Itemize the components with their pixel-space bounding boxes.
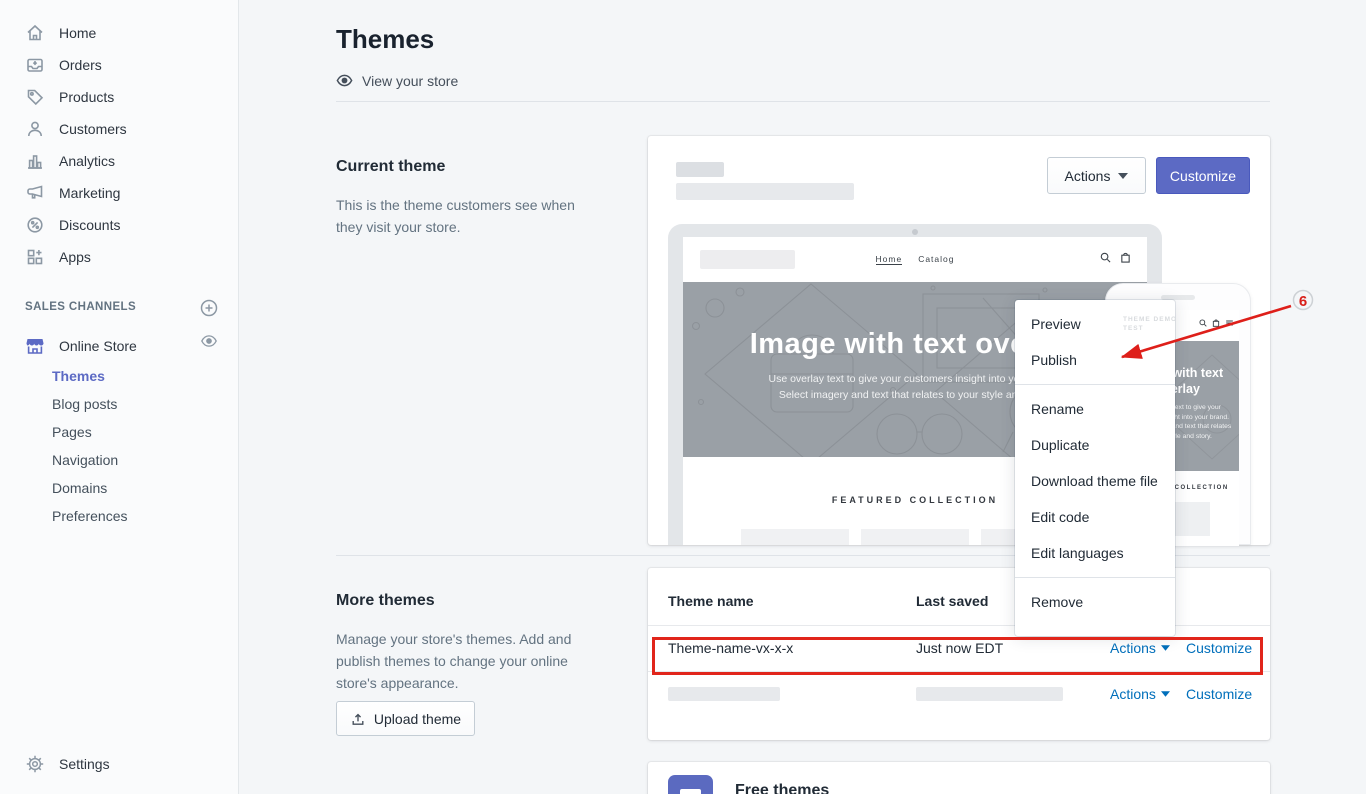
sidebar-item-domains[interactable]: Domains (52, 474, 107, 502)
tag-icon (25, 87, 45, 107)
customize-button[interactable]: Customize (1156, 157, 1250, 194)
sidebar-item-label: Apps (59, 249, 91, 265)
row-actions-label: Actions (1110, 640, 1156, 656)
view-your-store-link[interactable]: View your store (336, 72, 458, 89)
current-theme-meta-redacted (676, 183, 854, 200)
add-channel-icon[interactable] (200, 299, 218, 317)
more-themes-heading: More themes (336, 592, 435, 610)
megaphone-icon (25, 183, 45, 203)
menu-item-edit-languages[interactable]: Edit languages (1015, 535, 1175, 571)
sidebar-item-label: Home (59, 25, 96, 41)
current-theme-description: This is the theme customers see when the… (336, 194, 588, 238)
menu-item-remove[interactable]: Remove (1015, 584, 1175, 620)
discount-badge-icon (25, 215, 45, 235)
current-theme-heading: Current theme (336, 158, 445, 176)
sidebar-item-products[interactable]: Products (0, 81, 239, 113)
person-icon (25, 119, 45, 139)
sidebar-item-label: Settings (59, 756, 110, 772)
laptop-camera-dot (912, 229, 918, 235)
menu-item-duplicate[interactable]: Duplicate (1015, 427, 1175, 463)
bar-chart-icon (25, 151, 45, 171)
sidebar-item-preferences[interactable]: Preferences (52, 502, 127, 530)
current-theme-card: Actions Customize Home Catalog (648, 136, 1270, 545)
last-saved-cell: Just now EDT (916, 640, 1003, 656)
apps-grid-icon (25, 247, 45, 267)
sidebar-item-label: Customers (59, 121, 127, 137)
hamburger-menu-icon (1225, 319, 1234, 327)
annotation-step-circle (1294, 291, 1313, 310)
sidebar: Home Orders Products Customers Analytics… (0, 0, 239, 794)
menu-item-rename[interactable]: Rename (1015, 391, 1175, 427)
sidebar-item-label: Analytics (59, 153, 115, 169)
sidebar-item-discounts[interactable]: Discounts (0, 209, 239, 241)
row-customize-link[interactable]: Customize (1186, 640, 1252, 656)
last-saved-redacted (916, 687, 1063, 701)
more-themes-description: Manage your store's themes. Add and publ… (336, 628, 588, 694)
theme-actions-menu: Preview Publish Rename Duplicate Downloa… (1015, 300, 1175, 636)
actions-button-label: Actions (1065, 168, 1111, 184)
view-channel-eye-icon[interactable] (200, 332, 218, 350)
upload-theme-button[interactable]: Upload theme (336, 701, 475, 736)
sidebar-item-themes[interactable]: Themes (52, 362, 105, 390)
cart-bag-icon (1212, 319, 1220, 327)
sidebar-item-label: Products (59, 89, 114, 105)
table-row: Theme-name-vx-x-x Just now EDT Actions C… (648, 625, 1270, 671)
theme-name-redacted (668, 687, 780, 701)
mobile-store-logo: THEME DEMO TEST (1123, 315, 1177, 333)
preview-nav-catalog: Catalog (918, 254, 954, 265)
sidebar-item-pages[interactable]: Pages (52, 418, 92, 446)
home-icon (25, 23, 45, 43)
upload-icon (350, 711, 366, 727)
sidebar-item-blog-posts[interactable]: Blog posts (52, 390, 117, 418)
themes-table-card: Theme name Last saved Theme-name-vx-x-x … (648, 568, 1270, 740)
eye-icon (336, 72, 353, 89)
storefront-icon (25, 336, 45, 356)
sidebar-item-navigation[interactable]: Navigation (52, 446, 118, 474)
sidebar-item-orders[interactable]: Orders (0, 49, 239, 81)
header-divider (336, 101, 1270, 102)
column-header-last-saved: Last saved (916, 593, 988, 609)
sidebar-item-analytics[interactable]: Analytics (0, 145, 239, 177)
sidebar-item-label: Marketing (59, 185, 120, 201)
sidebar-item-home[interactable]: Home (0, 17, 239, 49)
upload-theme-label: Upload theme (374, 711, 461, 727)
free-themes-heading: Free themes (735, 782, 829, 794)
cart-bag-icon (1120, 252, 1131, 263)
search-icon (1100, 252, 1111, 263)
annotation-step-number: 6 (1299, 293, 1307, 310)
preview-nav-home: Home (876, 254, 903, 265)
sidebar-item-label: Orders (59, 57, 102, 73)
gear-icon (25, 754, 45, 774)
sidebar-item-apps[interactable]: Apps (0, 241, 239, 273)
menu-item-edit-code[interactable]: Edit code (1015, 499, 1175, 535)
theme-name-cell: Theme-name-vx-x-x (668, 640, 793, 656)
row-actions-label: Actions (1110, 686, 1156, 702)
chevron-down-icon (1118, 173, 1128, 179)
sidebar-item-label: Discounts (59, 217, 120, 233)
current-theme-name-redacted (676, 162, 724, 177)
sidebar-item-settings[interactable]: Settings (0, 748, 239, 780)
free-themes-icon (668, 775, 713, 794)
row-customize-link[interactable]: Customize (1186, 686, 1252, 702)
shopify-admin-themes-page: Home Orders Products Customers Analytics… (0, 0, 1366, 794)
chevron-down-icon (1161, 645, 1170, 651)
menu-item-publish[interactable]: Publish (1015, 342, 1175, 378)
sidebar-item-label: Online Store (59, 338, 137, 354)
search-icon (1199, 319, 1207, 327)
actions-button[interactable]: Actions (1047, 157, 1146, 194)
row-actions-link[interactable]: Actions (1110, 640, 1170, 656)
table-row: Actions Customize (648, 671, 1270, 717)
row-actions-link[interactable]: Actions (1110, 686, 1170, 702)
column-header-theme-name: Theme name (668, 593, 754, 609)
page-title: Themes (336, 24, 434, 55)
orders-icon (25, 55, 45, 75)
sidebar-item-customers[interactable]: Customers (0, 113, 239, 145)
chevron-down-icon (1161, 691, 1170, 697)
sidebar-item-marketing[interactable]: Marketing (0, 177, 239, 209)
view-your-store-label: View your store (362, 73, 458, 89)
free-themes-card: Free themes (648, 762, 1270, 794)
sales-channels-header: SALES CHANNELS (25, 301, 136, 313)
menu-item-download-theme-file[interactable]: Download theme file (1015, 463, 1175, 499)
